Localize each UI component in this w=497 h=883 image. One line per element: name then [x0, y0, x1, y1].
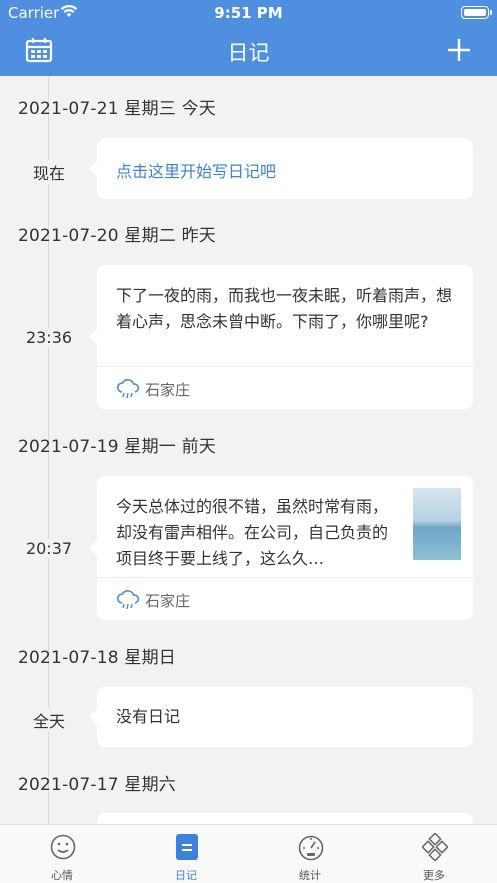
nav-bar: 日记: [0, 26, 497, 76]
diary-list[interactable]: 2021-07-21 星期三 今天 现在 点击这里开始写日记吧 2021-07-…: [0, 76, 497, 824]
tab-mood[interactable]: 心情: [0, 825, 124, 883]
entry-text: 今天总体过的很不错，虽然时常有雨，却没有雷声相伴。在公司，自己负责的项目终于要上…: [116, 497, 389, 568]
grid-diamond-icon: [422, 833, 448, 861]
write-diary-card[interactable]: 点击这里开始写日记吧: [89, 138, 473, 199]
no-diary-text: 没有日记: [116, 707, 181, 726]
tab-stats[interactable]: 统计: [248, 825, 372, 883]
entry-location: 石家庄: [97, 577, 473, 620]
smiley-icon: [50, 834, 76, 860]
entry-location: 石家庄: [97, 366, 473, 409]
entry-photo[interactable]: [413, 488, 461, 560]
entry-time: 现在: [0, 160, 98, 184]
entry-time: 23:36: [0, 328, 98, 347]
diary-entry-card[interactable]: 今天总体过的很不错，虽然时常有雨，却没有雷声相伴。在公司，自己负责的项目终于要上…: [89, 476, 473, 620]
page-title: 日记: [227, 41, 270, 65]
clock: 9:51 PM: [214, 4, 283, 22]
day-date: 2021-07-19 星期一 前天: [18, 437, 217, 457]
tab-label: 日记: [175, 869, 197, 882]
diary-entry-card[interactable]: 下了一夜的雨，而我也一夜未眠，听着雨声，想着心声，思念未曾中断。下雨了，你哪里呢…: [89, 265, 473, 409]
day-date: 2021-07-21 星期三 今天: [18, 99, 217, 119]
day-date: 2021-07-20 星期二 昨天: [18, 226, 217, 246]
day-date: 2021-07-18 星期日: [18, 648, 176, 668]
tab-diary[interactable]: 日记: [124, 825, 248, 883]
no-diary-card[interactable]: 没有日记: [89, 687, 473, 747]
write-diary-prompt[interactable]: 点击这里开始写日记吧: [116, 158, 276, 182]
rain-cloud-icon: [116, 379, 140, 399]
tab-more[interactable]: 更多: [372, 825, 496, 883]
day-date: 2021-07-17 星期六: [18, 775, 176, 795]
location-label: 石家庄: [145, 381, 191, 399]
entry-text: 下了一夜的雨，而我也一夜未眠，听着雨声，想着心声，思念未曾中断。下雨了，你哪里呢…: [116, 286, 453, 331]
tab-label: 统计: [299, 869, 321, 882]
entry-time: 全天: [0, 708, 98, 732]
rain-cloud-icon: [116, 590, 140, 610]
tab-label: 更多: [423, 869, 445, 882]
plus-icon[interactable]: [447, 38, 471, 62]
battery-icon: [461, 6, 492, 19]
status-bar: Carrier 9:51 PM: [0, 0, 497, 26]
diary-entry-card[interactable]: [97, 813, 473, 824]
diary-icon: [176, 834, 198, 860]
entry-time: 20:37: [0, 539, 98, 558]
location-label: 石家庄: [145, 592, 191, 610]
gauge-icon: [298, 835, 324, 861]
tab-label: 心情: [51, 869, 73, 882]
tab-bar: 心情 日记 统计 更多: [0, 824, 497, 883]
